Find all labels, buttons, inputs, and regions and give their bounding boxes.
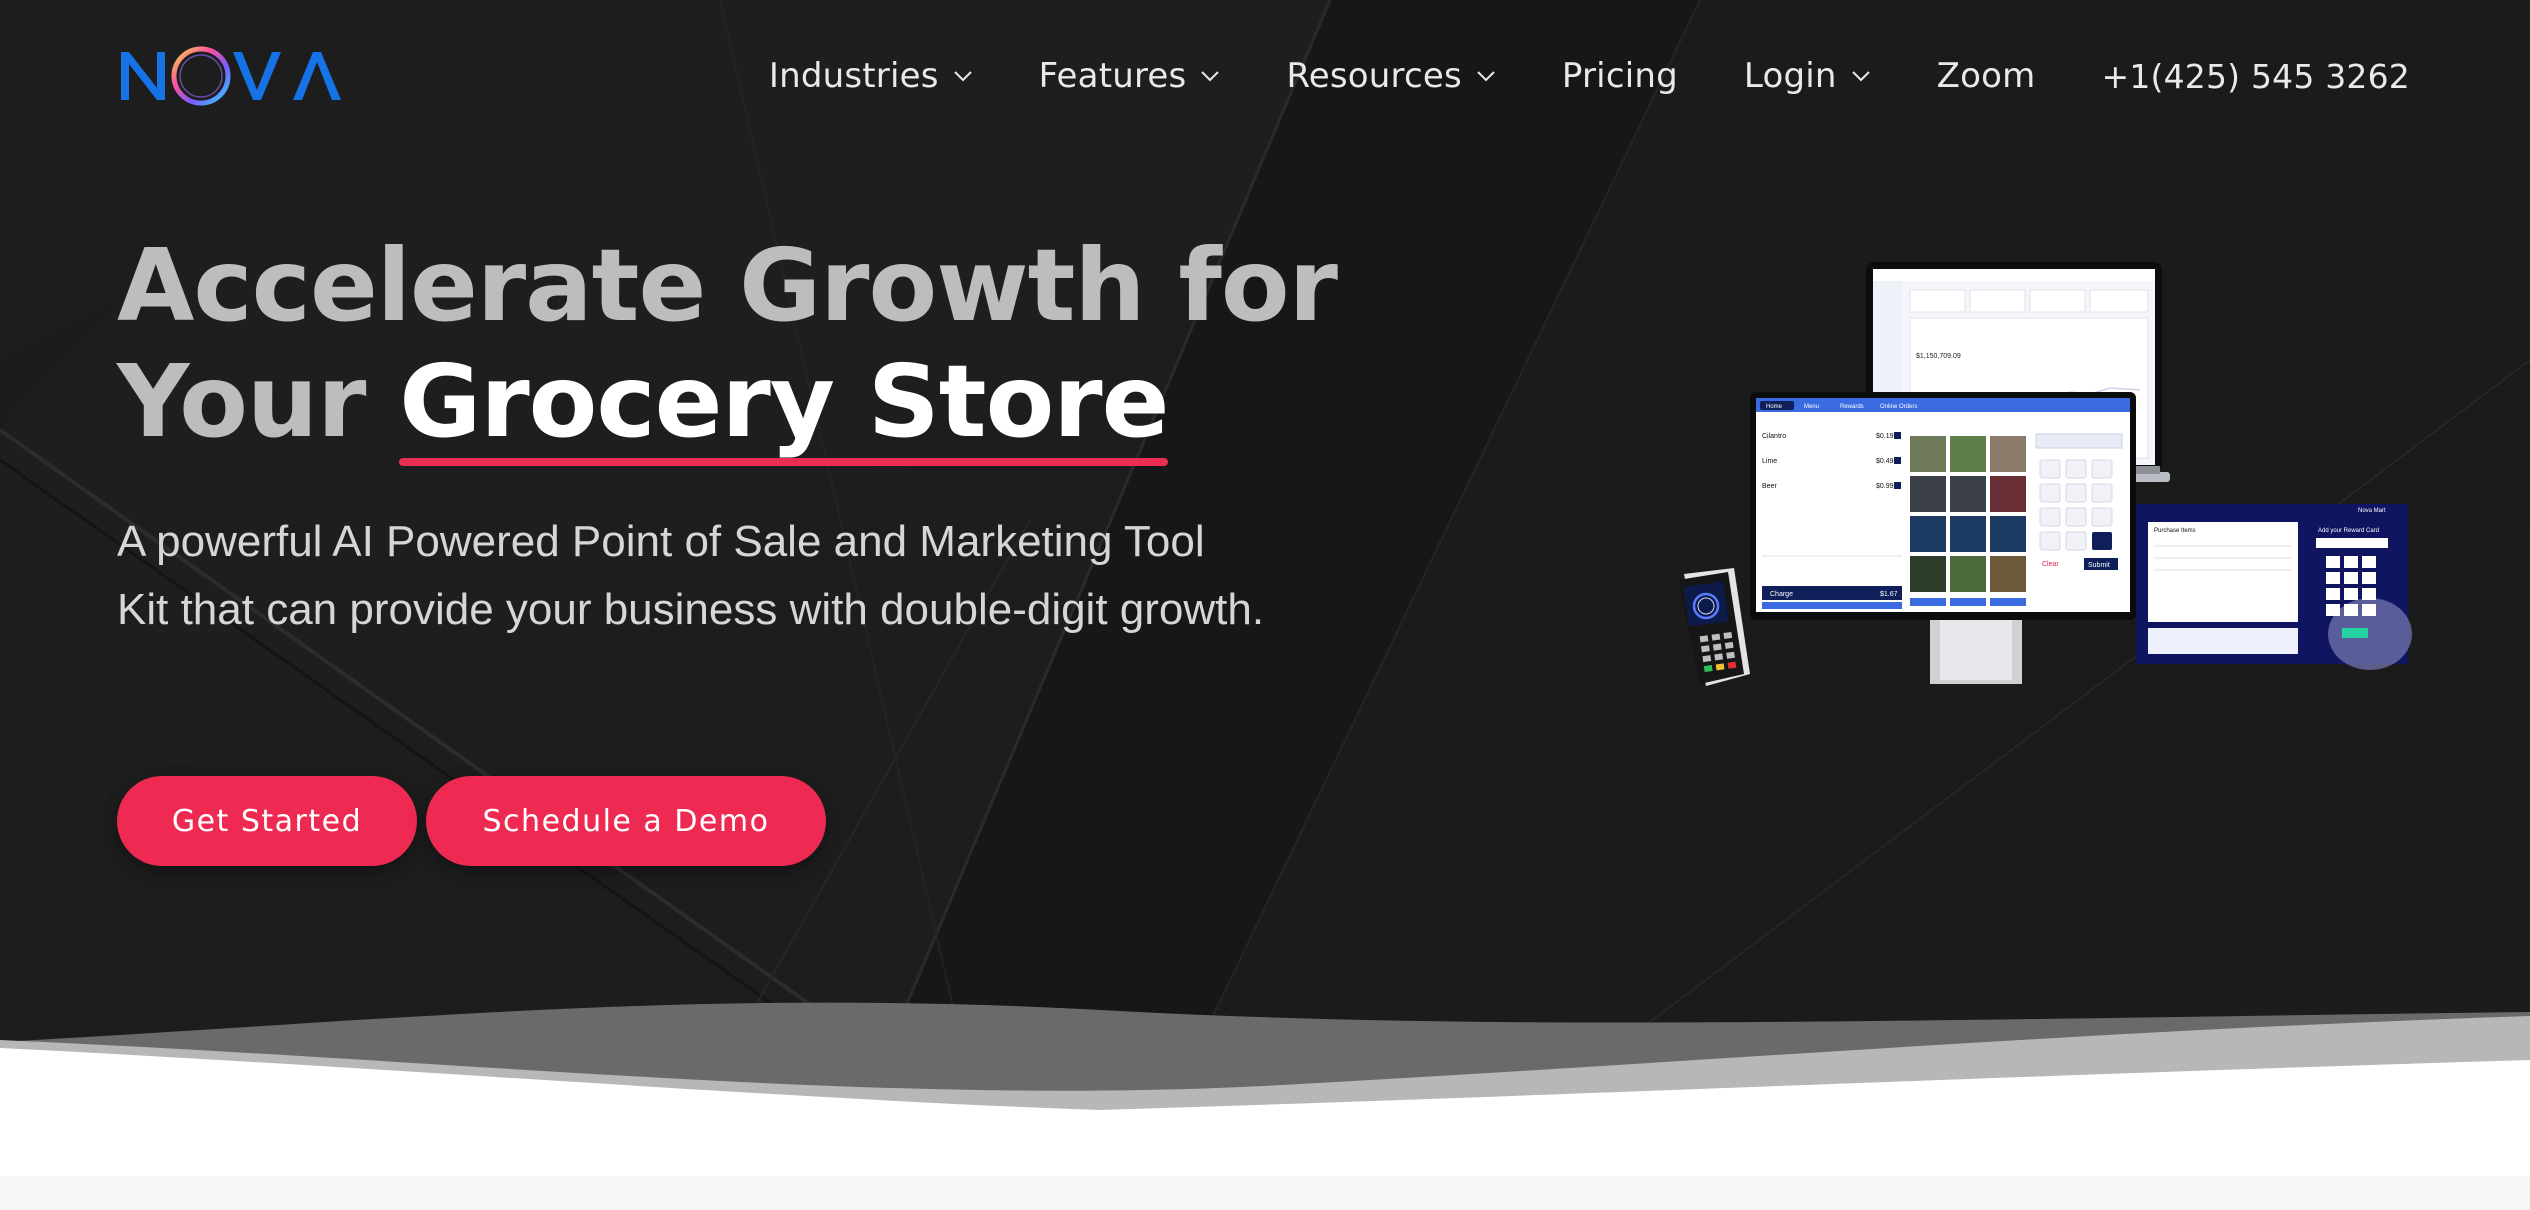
hero-subtext: A powerful AI Powered Point of Sale and … [117,517,1265,634]
chevron-down-icon [953,71,972,82]
chevron-down-icon [1851,71,1870,82]
headline-line-1: Accelerate Growth for [117,227,1338,344]
nav-resources[interactable]: Resources [1286,56,1495,96]
schedule-demo-button[interactable]: Schedule a Demo [426,776,826,866]
nav-login[interactable]: Login [1744,56,1871,96]
merchant-name: Nova Mart [2358,508,2386,514]
get-started-button[interactable]: Get Started [117,776,417,866]
customer-display-device: Purchase Items Nova Mart Add your Reward… [2136,504,2412,670]
pos-tab-rewards: Rewards [1840,404,1864,410]
pos-tab-home: Home [1766,404,1783,410]
pos-tab-online-orders: Online Orders [1880,404,1917,410]
pos-tab-menu: Menu [1804,404,1819,410]
bottom-wave-divider [0,1002,2530,1210]
order-item-1-name: Cilantro [1762,433,1786,440]
pos-devices-illustration: $1,150,709.09 Home Menu Rewards Online O… [1678,262,2412,686]
order-item-2-price: $0.49 [1876,458,1894,465]
chevron-down-icon [1201,71,1220,82]
nav-login-label: Login [1743,56,1837,96]
pos-monitor-device: Home Menu Rewards Online Orders Cilantro… [1750,392,2136,684]
dashboard-value: $1,150,709.09 [1916,353,1961,360]
nav-zoom[interactable]: Zoom [1937,56,2036,96]
reward-title: Add your Reward Card [2318,528,2379,534]
nav-industries-label: Industries [768,56,939,96]
nav-zoom-label: Zoom [1936,56,2036,96]
nav-phone-link[interactable]: +1(425) 545 3262 [2101,57,2410,96]
charge-label: Charge [1770,591,1793,598]
chevron-down-icon [1477,71,1495,82]
nova-logo[interactable] [117,40,342,112]
purchase-title: Purchase Items [2154,528,2196,534]
nav-pricing-label: Pricing [1561,56,1678,96]
hero-headline: Accelerate Growth for Your Grocery Store [117,227,1338,466]
order-item-2-name: Lime [1762,458,1777,465]
nav-features[interactable]: Features [1039,56,1221,96]
nav-pricing[interactable]: Pricing [1562,56,1678,96]
order-item-1-price: $0.19 [1876,433,1894,440]
order-item-3-price: $0.99 [1876,483,1894,490]
clear-label: Clear [2042,561,2059,568]
hero-section: Industries Features Resources Pricing Lo… [0,0,2530,1210]
card-reader-device [1678,568,1750,686]
nav-industries[interactable]: Industries [769,56,973,96]
nav-features-label: Features [1038,56,1187,96]
order-item-3-name: Beer [1762,483,1777,490]
phone-number: +1(425) 545 3262 [2101,56,2410,96]
highlight-underline [399,458,1169,466]
headline-highlight: Grocery Store [399,343,1169,466]
headline-line-2: Your Grocery Store [117,343,1317,466]
order-total: $1.67 [1880,591,1898,598]
submit-label: Submit [2088,562,2110,569]
headline-prefix: Your [117,343,400,460]
nav-menu: Industries Features Resources Pricing Lo… [769,50,2410,102]
headline-highlight-text: Grocery Store [399,343,1169,460]
product-tiles-grid [1910,436,2026,606]
nav-resources-label: Resources [1286,56,1462,96]
top-navigation: Industries Features Resources Pricing Lo… [0,0,2530,150]
